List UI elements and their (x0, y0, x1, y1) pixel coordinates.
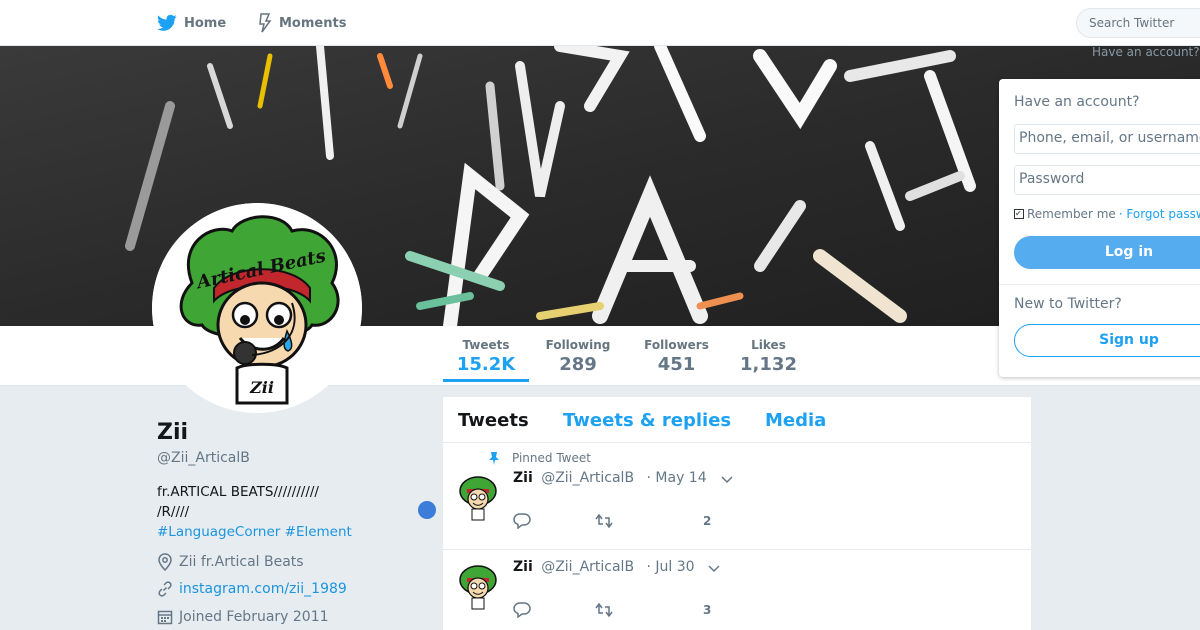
avatar-illustration: Zii Artical Beats (152, 203, 362, 413)
tweet-item[interactable]: Pinned Tweet Zii @Zii_ArticalB · May 14 … (443, 443, 1031, 550)
remember-me-checkbox[interactable]: ✔ (1014, 209, 1024, 219)
login-divider (999, 284, 1200, 285)
timeline-tabs: Tweets Tweets & replies Media (443, 397, 1031, 443)
website-link[interactable]: instagram.com/zii_1989 (179, 581, 347, 597)
profile-location: Zii fr.Artical Beats (157, 553, 304, 571)
calendar-icon (157, 610, 173, 625)
profile-website[interactable]: instagram.com/zii_1989 (157, 581, 347, 597)
remember-me-row: ✔ Remember me · Forgot password? (1014, 207, 1200, 221)
remember-me-label: Remember me (1027, 207, 1116, 221)
pin-icon (489, 452, 499, 465)
stat-following[interactable]: Following 289 (545, 338, 611, 375)
tweet-author-name[interactable]: Zii (513, 559, 533, 575)
pinned-indicator: Pinned Tweet (488, 451, 591, 465)
tweet-avatar[interactable] (458, 564, 498, 610)
top-navigation: Home Moments Search Twitter (0, 0, 1200, 46)
login-button[interactable]: Log in (1014, 236, 1200, 269)
nav-home[interactable]: Home (157, 0, 226, 46)
link-icon (158, 581, 172, 597)
reply-icon[interactable] (513, 602, 531, 618)
password-field[interactable]: Password (1014, 165, 1200, 195)
pinned-label: Pinned Tweet (512, 451, 591, 465)
svg-text:Zii: Zii (249, 378, 274, 397)
tweet-author-handle[interactable]: @Zii_ArticalB (541, 470, 634, 486)
tweet-date[interactable]: · Jul 30 (647, 559, 695, 575)
stat-likes[interactable]: Likes 1,132 (740, 338, 797, 375)
bio-line: fr.ARTICAL BEATS////////// (157, 484, 319, 500)
tab-tweets[interactable]: Tweets (458, 410, 529, 431)
tweet-header: Zii @Zii_ArticalB · May 14 (513, 470, 707, 486)
stat-tweets[interactable]: Tweets 15.2K (443, 338, 529, 382)
login-card: Have an account? Phone, email, or userna… (999, 79, 1200, 377)
stat-value: 1,132 (740, 354, 797, 375)
reply-icon[interactable] (513, 513, 531, 529)
stat-value: 15.2K (456, 354, 516, 375)
tweet-author-name[interactable]: Zii (513, 470, 533, 486)
stat-value: 289 (559, 354, 597, 375)
tweet-author-handle[interactable]: @Zii_ArticalB (541, 559, 634, 575)
nav-home-label: Home (184, 15, 227, 31)
joined-text: Joined February 2011 (179, 609, 329, 625)
retweet-icon[interactable] (595, 602, 613, 618)
stat-followers[interactable]: Followers 451 (643, 338, 710, 375)
profile-handle[interactable]: @Zii_ArticalB (157, 450, 250, 466)
stat-label: Followers (644, 338, 709, 352)
chevron-down-icon[interactable] (721, 476, 733, 484)
stat-label: Following (545, 338, 611, 352)
nav-moments-label: Moments (279, 15, 347, 31)
username-field[interactable]: Phone, email, or username (1014, 124, 1200, 154)
profile-joined: Joined February 2011 (157, 609, 329, 625)
retweet-icon[interactable] (595, 513, 613, 529)
profile-name[interactable]: Zii (157, 420, 188, 445)
tab-media[interactable]: Media (765, 410, 826, 431)
nav-moments[interactable]: Moments (258, 0, 346, 46)
have-account-faded-text: Have an account? (1092, 45, 1200, 59)
tweet-timeline: Tweets Tweets & replies Media Pinned Twe… (443, 397, 1031, 630)
profile-avatar[interactable]: Zii Artical Beats (152, 203, 362, 413)
bio-hashtags[interactable]: #LanguageCorner #Element (157, 522, 417, 542)
twitter-bird-icon (157, 14, 177, 31)
stat-value: 451 (657, 354, 696, 375)
globe-emoji-icon (418, 501, 436, 519)
tab-tweets-replies[interactable]: Tweets & replies (563, 410, 731, 431)
forgot-password-link[interactable]: · Forgot password? (1119, 207, 1200, 221)
search-input[interactable]: Search Twitter (1076, 8, 1200, 38)
tweet-item[interactable]: Zii @Zii_ArticalB · Jul 30 3 (443, 550, 1031, 630)
stat-label: Likes (751, 338, 786, 352)
chevron-down-icon[interactable] (708, 565, 720, 573)
like-count[interactable]: 2 (703, 514, 711, 528)
new-to-twitter-heading: New to Twitter? (1014, 296, 1122, 312)
tweet-avatar[interactable] (458, 475, 498, 521)
login-heading: Have an account? (1014, 94, 1140, 110)
profile-bio: fr.ARTICAL BEATS////////// /R//// #Langu… (157, 482, 417, 542)
tweet-header: Zii @Zii_ArticalB · Jul 30 (513, 559, 695, 575)
like-count[interactable]: 3 (703, 603, 711, 617)
tweet-date[interactable]: · May 14 (647, 470, 707, 486)
location-pin-icon (158, 553, 172, 571)
stat-label: Tweets (462, 338, 510, 352)
signup-button[interactable]: Sign up (1014, 324, 1200, 357)
bio-line: /R//// (157, 504, 190, 520)
lightning-icon (259, 13, 272, 33)
location-text: Zii fr.Artical Beats (179, 554, 304, 570)
